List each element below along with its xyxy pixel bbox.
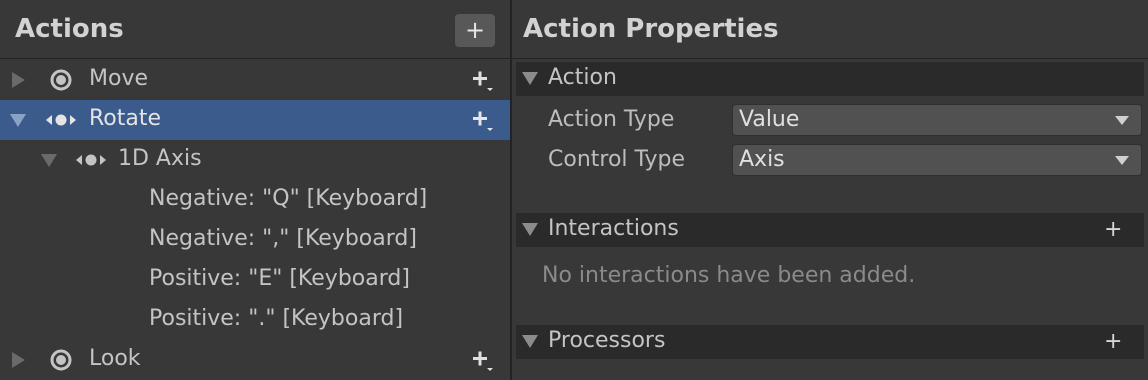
binding-label: Negative: "," [Keyboard] [149, 226, 417, 251]
dropdown-caret-icon [1115, 156, 1129, 165]
button-action-icon [50, 69, 72, 91]
collapse-arrow-icon[interactable] [41, 154, 57, 167]
processors-section-title: Processors [548, 328, 666, 353]
action-type-dropdown[interactable]: Value [732, 104, 1142, 136]
control-type-dropdown[interactable]: Axis [732, 144, 1142, 176]
collapse-arrow-icon[interactable] [522, 335, 538, 348]
actions-panel: Actions + Move Rotate 1D Axis Negative: … [0, 0, 510, 380]
properties-header: Action Properties [512, 0, 1148, 59]
add-binding-icon[interactable] [470, 348, 496, 374]
binding-label: Positive: "." [Keyboard] [149, 306, 404, 331]
action-row-move[interactable]: Move [0, 60, 510, 100]
axis-composite-icon [76, 154, 106, 166]
expand-arrow-icon[interactable] [12, 72, 25, 88]
action-label: Move [89, 66, 148, 91]
axis-action-icon [46, 114, 76, 126]
interactions-section-title: Interactions [548, 216, 679, 241]
action-label: Rotate [89, 106, 162, 131]
binding-row[interactable]: Negative: "Q" [Keyboard] [0, 180, 510, 220]
dropdown-caret-icon [1115, 116, 1129, 125]
collapse-arrow-icon[interactable] [522, 223, 538, 236]
action-row-rotate[interactable]: Rotate [0, 100, 510, 140]
action-type-value: Value [739, 107, 800, 132]
button-action-icon [50, 349, 72, 371]
properties-title: Action Properties [523, 14, 779, 44]
action-section-header[interactable]: Action [516, 62, 1144, 96]
add-binding-icon[interactable] [470, 108, 496, 134]
action-label: Look [89, 346, 141, 371]
binding-label: Negative: "Q" [Keyboard] [149, 186, 428, 211]
action-properties-panel: Action Properties Action Action Type Val… [512, 0, 1148, 380]
control-type-value: Axis [739, 147, 785, 172]
composite-row-1d-axis[interactable]: 1D Axis [0, 140, 510, 180]
processors-section-header[interactable]: Processors + [516, 325, 1144, 359]
interactions-section-header[interactable]: Interactions + [516, 213, 1144, 247]
expand-arrow-icon[interactable] [12, 352, 25, 368]
actions-title: Actions [15, 14, 124, 44]
binding-row[interactable]: Positive: "E" [Keyboard] [0, 260, 510, 300]
binding-label: Positive: "E" [Keyboard] [149, 266, 410, 291]
control-type-label: Control Type [548, 147, 686, 172]
collapse-arrow-icon[interactable] [522, 72, 538, 85]
collapse-arrow-icon[interactable] [10, 114, 26, 127]
action-row-look[interactable]: Look [0, 340, 510, 380]
add-binding-icon[interactable] [470, 68, 496, 94]
no-interactions-message: No interactions have been added. [542, 263, 916, 288]
binding-row[interactable]: Positive: "." [Keyboard] [0, 300, 510, 340]
composite-label: 1D Axis [118, 146, 202, 171]
add-action-button[interactable]: + [455, 14, 495, 47]
action-section-title: Action [548, 65, 617, 90]
actions-header: Actions + [0, 0, 510, 59]
binding-row[interactable]: Negative: "," [Keyboard] [0, 220, 510, 260]
action-type-label: Action Type [548, 107, 675, 132]
add-interaction-button[interactable]: + [1104, 217, 1122, 242]
add-processor-button[interactable]: + [1104, 329, 1122, 354]
